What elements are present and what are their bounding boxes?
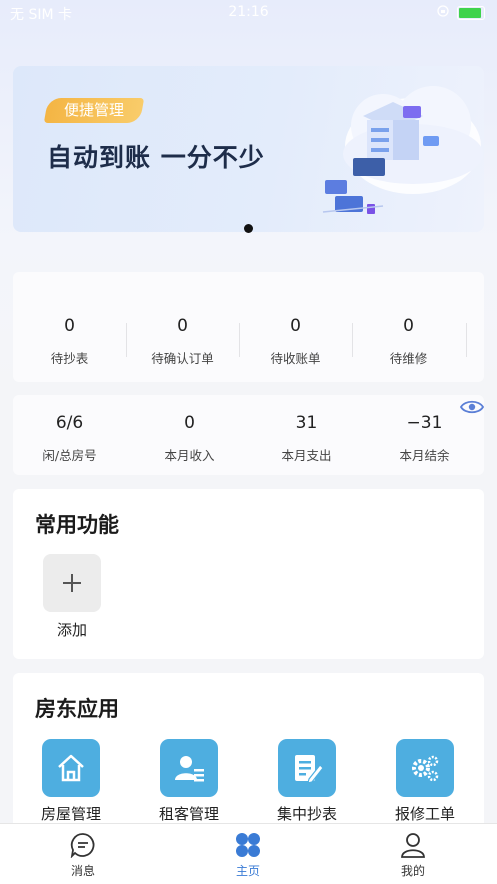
stat-value: 0 xyxy=(290,316,301,336)
stat-value: 31 xyxy=(295,413,318,433)
stat-value: 0 xyxy=(177,316,188,336)
repair-gear-icon xyxy=(396,739,454,797)
stat-divider xyxy=(466,323,467,357)
carousel-indicator[interactable] xyxy=(244,224,253,233)
banner-tag: 便捷管理 xyxy=(43,98,145,123)
tab-messages[interactable]: 消息 xyxy=(43,832,123,879)
bottom-tab-bar: 消息 主页 我的 xyxy=(0,823,497,884)
stat-pending-repair[interactable]: 0 待维修 xyxy=(352,316,465,367)
lock-rotation-icon xyxy=(437,5,449,21)
banner-slogan: 自动到账 一分不少 xyxy=(47,143,265,172)
tab-home[interactable]: 主页 xyxy=(208,832,288,879)
stat-label: 本月支出 xyxy=(281,448,332,463)
app-repair-orders[interactable]: 报修工单 xyxy=(375,739,475,824)
home-grid-icon xyxy=(208,832,288,858)
add-function-button[interactable] xyxy=(43,554,101,612)
stat-pending-orders[interactable]: 0 待确认订单 xyxy=(126,316,239,367)
app-label: 报修工单 xyxy=(394,805,455,823)
house-icon xyxy=(42,739,100,797)
stat-label: 待收账单 xyxy=(270,351,321,366)
stat-value: 0 xyxy=(184,413,195,433)
stat-monthly-income[interactable]: 0 本月收入 xyxy=(133,413,246,464)
app-label: 集中抄表 xyxy=(276,805,337,823)
stat-label: 待确认订单 xyxy=(151,351,214,366)
tab-profile[interactable]: 我的 xyxy=(373,832,453,879)
stat-label: 本月结余 xyxy=(399,448,450,463)
app-house-management[interactable]: 房屋管理 xyxy=(21,739,121,824)
app-meter-reading[interactable]: 集中抄表 xyxy=(257,739,357,824)
stat-rooms[interactable]: 6/6 闲/总房号 xyxy=(13,413,126,464)
message-icon xyxy=(43,832,123,858)
app-tenant-management[interactable]: 租客管理 xyxy=(139,739,239,824)
stat-value: 0 xyxy=(64,316,75,336)
stat-value: −31 xyxy=(406,413,443,433)
tab-label: 消息 xyxy=(70,864,95,878)
stat-label: 本月收入 xyxy=(164,448,215,463)
add-function-label: 添加 xyxy=(56,621,87,639)
status-bar: 无 SIM 卡 21:16 xyxy=(0,0,497,26)
status-icons xyxy=(437,5,485,21)
stat-pending-bills[interactable]: 0 待收账单 xyxy=(239,316,352,367)
stat-pending-meter[interactable]: 0 待抄表 xyxy=(13,316,126,367)
stat-value: 6/6 xyxy=(55,413,84,433)
app-label: 房屋管理 xyxy=(40,805,101,823)
stat-label: 待抄表 xyxy=(50,351,89,366)
tab-label: 我的 xyxy=(400,864,425,878)
cloud-server-illustration xyxy=(322,86,483,214)
stat-value: 0 xyxy=(403,316,414,336)
landlord-apps-card: 房东应用 房屋管理 租客管理 集中抄表 报修工单 xyxy=(13,673,484,833)
clock: 21:16 xyxy=(228,4,269,20)
battery-icon xyxy=(457,6,485,20)
plus-icon xyxy=(63,574,81,592)
app-label: 租客管理 xyxy=(158,805,219,823)
promo-banner[interactable]: 便捷管理 自动到账 一分不少 xyxy=(13,66,484,232)
tenant-icon xyxy=(160,739,218,797)
meter-edit-icon xyxy=(278,739,336,797)
section-title: 常用功能 xyxy=(35,513,119,537)
stat-label: 待维修 xyxy=(389,351,428,366)
tab-label: 主页 xyxy=(235,864,260,878)
stat-monthly-balance[interactable]: −31 本月结余 xyxy=(368,413,481,464)
profile-icon xyxy=(373,832,453,858)
stat-label: 闲/总房号 xyxy=(42,448,97,463)
common-functions-card: 常用功能 添加 xyxy=(13,489,484,659)
section-title: 房东应用 xyxy=(35,697,119,721)
stat-monthly-expense[interactable]: 31 本月支出 xyxy=(250,413,363,464)
